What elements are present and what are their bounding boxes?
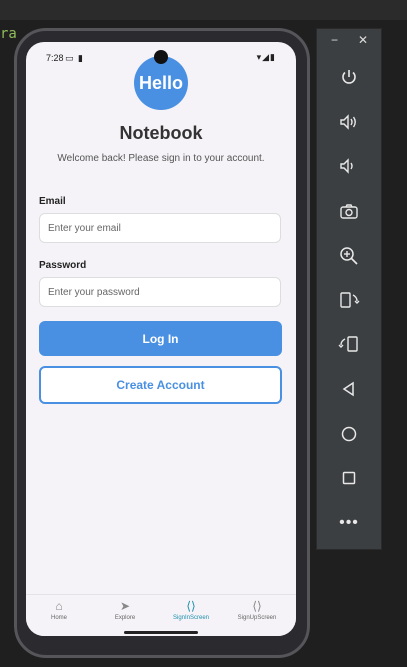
tab-signup-screen[interactable]: ⟨⟩ SignUpScreen xyxy=(224,599,290,621)
tab-label: SignInScreen xyxy=(172,615,210,621)
volume-up-button[interactable] xyxy=(317,107,381,137)
power-icon xyxy=(342,70,356,84)
overview-button[interactable] xyxy=(317,463,381,493)
zoom-button[interactable] xyxy=(317,241,381,271)
rotate-left-button[interactable] xyxy=(317,285,381,315)
phone-screen: 7:28 ▭ ▮ ▾◢▮ Hello Notebook Welcome back… xyxy=(26,42,296,636)
rotate-right-button[interactable] xyxy=(317,329,381,359)
status-time: 7:28 xyxy=(46,53,64,63)
login-button[interactable]: Log In xyxy=(39,321,282,356)
tab-explore[interactable]: ➤ Explore xyxy=(92,599,158,621)
tab-label: Home xyxy=(50,615,67,621)
zoom-in-icon xyxy=(340,247,358,265)
password-label: Password xyxy=(39,260,87,271)
rotate-left-icon xyxy=(340,292,360,308)
minimize-icon[interactable]: − xyxy=(331,33,338,47)
tab-home[interactable]: ⌂ Home xyxy=(26,599,92,621)
emulator-control-panel: − ✕ ••• xyxy=(316,28,382,550)
home-button[interactable] xyxy=(317,419,381,449)
tab-signin-screen[interactable]: ⟨⟩ SignInScreen xyxy=(158,599,224,621)
back-button[interactable] xyxy=(317,374,381,404)
more-button[interactable]: ••• xyxy=(317,508,381,538)
more-dots-icon: ••• xyxy=(339,514,359,531)
back-triangle-icon xyxy=(342,381,354,397)
password-field[interactable] xyxy=(39,277,281,307)
power-button[interactable] xyxy=(317,62,381,92)
volume-down-icon xyxy=(340,158,353,174)
page-subtitle: Welcome back! Please sign in to your acc… xyxy=(57,153,265,164)
code-icon: ⟨⟩ xyxy=(186,599,196,613)
storage-icon: ▮ xyxy=(78,53,83,63)
front-camera xyxy=(154,50,168,64)
paper-plane-icon: ➤ xyxy=(119,599,131,613)
ide-code-fragment: ra xyxy=(0,26,17,42)
home-circle-icon xyxy=(341,426,357,442)
volume-up-icon xyxy=(340,114,356,130)
signal-battery-icons: ▾◢▮ xyxy=(256,52,276,62)
home-icon: ⌂ xyxy=(55,599,63,613)
email-field[interactable] xyxy=(39,213,281,243)
avatar: Hello xyxy=(134,56,188,110)
screen-cast-icon: ▭ xyxy=(65,53,74,63)
volume-down-button[interactable] xyxy=(317,151,381,181)
rotate-right-icon xyxy=(338,336,358,352)
create-account-button[interactable]: Create Account xyxy=(39,366,282,404)
email-label: Email xyxy=(39,196,66,207)
screenshot-button[interactable] xyxy=(317,196,381,226)
overview-square-icon xyxy=(342,471,356,485)
ide-title-strip xyxy=(0,0,407,20)
tab-label: SignUpScreen xyxy=(237,615,277,621)
gesture-home-indicator[interactable] xyxy=(124,631,198,634)
camera-icon xyxy=(340,204,358,219)
panel-window-controls: − ✕ xyxy=(317,33,381,51)
code-icon: ⟨⟩ xyxy=(252,599,262,613)
bottom-tab-bar: ⌂ Home ➤ Explore ⟨⟩ SignInScreen ⟨⟩ Sign… xyxy=(26,594,296,636)
page-title: Notebook xyxy=(119,123,203,143)
tab-label: Explore xyxy=(114,615,136,621)
close-icon[interactable]: ✕ xyxy=(358,33,368,47)
